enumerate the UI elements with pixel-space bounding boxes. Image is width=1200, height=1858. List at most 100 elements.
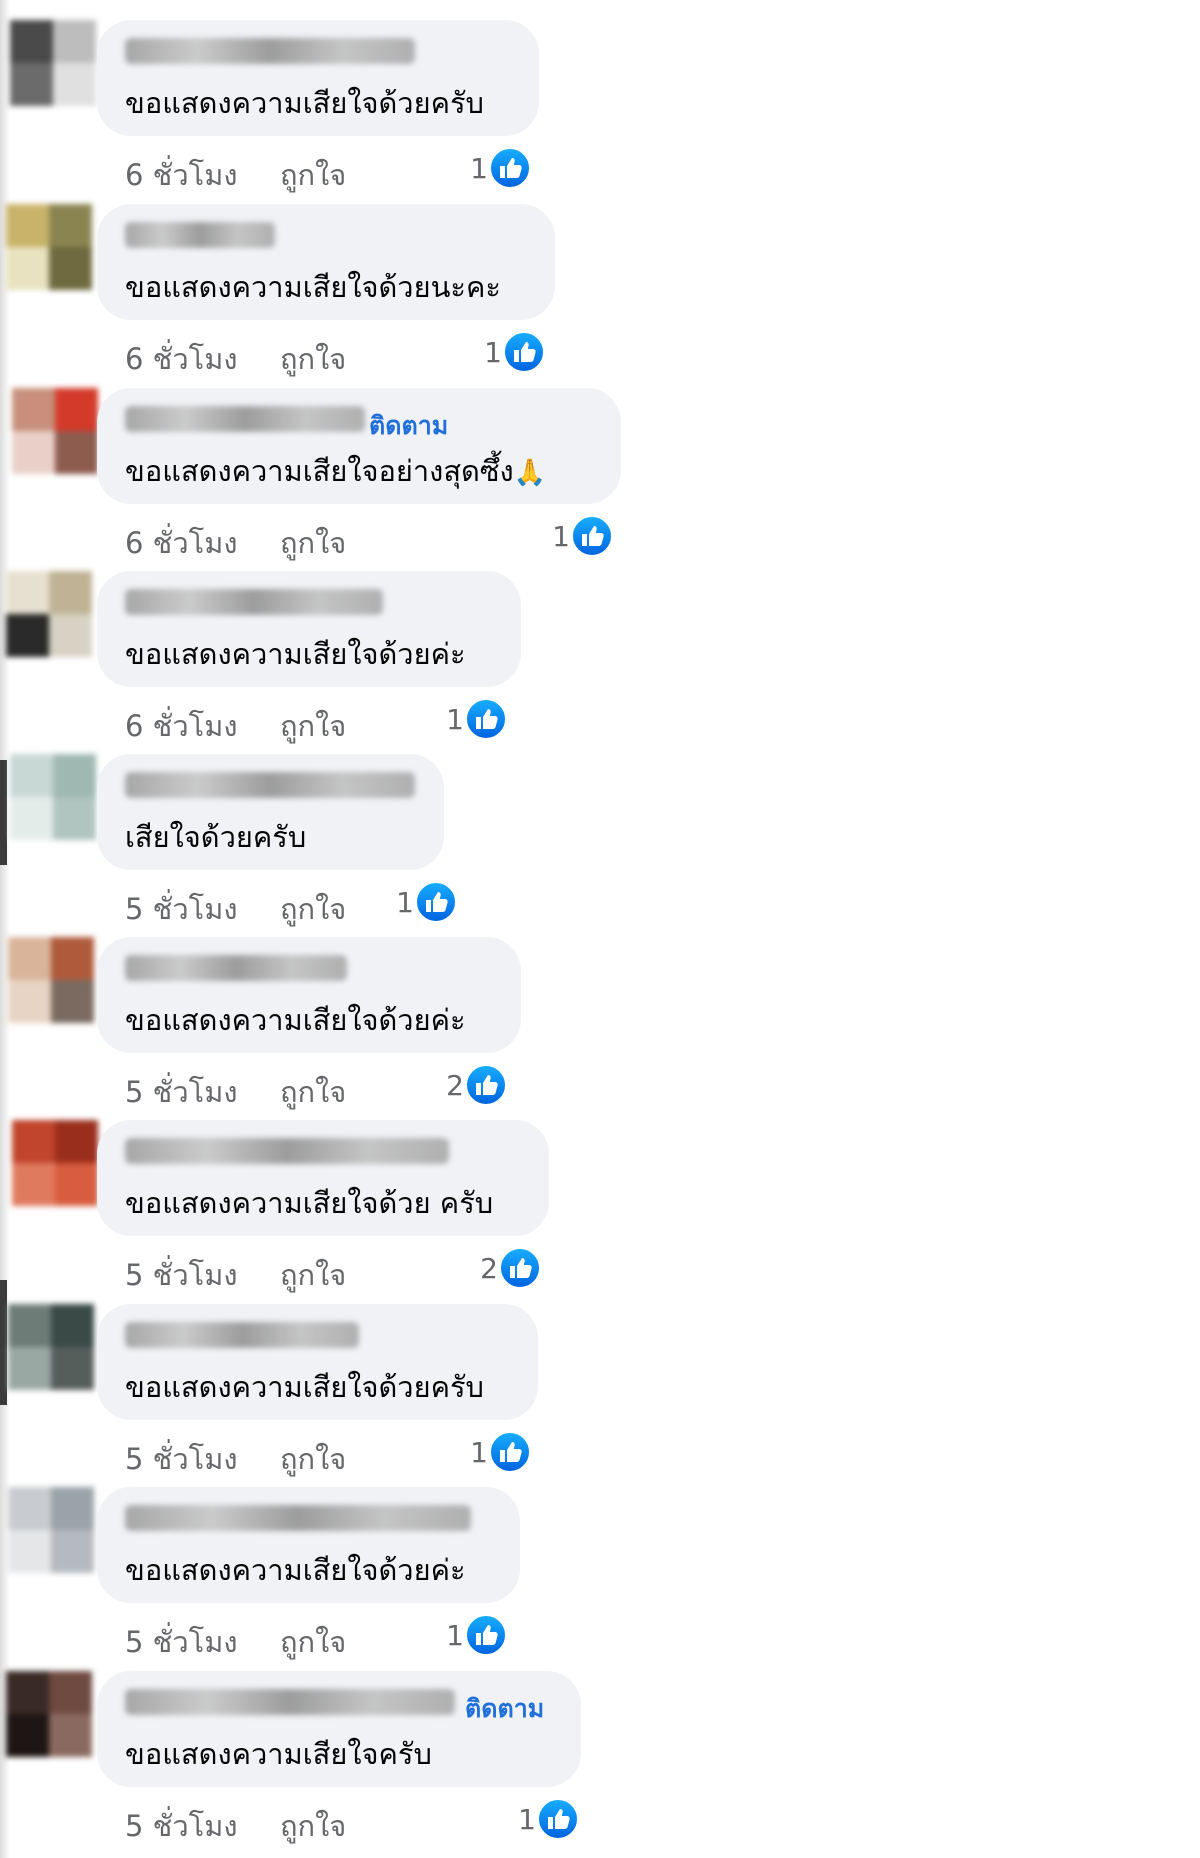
like-button[interactable]: ถูกใจ <box>280 703 346 749</box>
like-button[interactable]: ถูกใจ <box>280 152 346 198</box>
reaction-count: 1 <box>470 152 488 185</box>
avatar[interactable] <box>8 1487 94 1573</box>
comment-timestamp[interactable]: 6 ชั่วโมง <box>125 520 238 566</box>
comment-text: ขอแสดงความเสียใจด้วย ครับ <box>125 1180 493 1226</box>
like-icon <box>465 1064 507 1106</box>
reaction-summary[interactable]: 2 <box>452 1246 542 1290</box>
comment-text-content: ขอแสดงความเสียใจครับ <box>125 1737 432 1771</box>
reaction-count: 1 <box>484 336 502 369</box>
reaction-summary[interactable]: 1 <box>368 880 458 924</box>
reaction-summary[interactable]: 1 <box>442 1430 532 1474</box>
comment-text-content: ขอแสดงความเสียใจด้วยค่ะ <box>125 637 466 671</box>
like-button[interactable]: ถูกใจ <box>280 886 346 932</box>
follow-link[interactable]: ติดตาม <box>369 406 448 446</box>
like-button[interactable]: ถูกใจ <box>280 1252 346 1298</box>
like-button[interactable]: ถูกใจ <box>280 1619 346 1665</box>
like-icon <box>537 1798 579 1840</box>
commenter-name-redacted[interactable] <box>125 1138 449 1164</box>
like-button[interactable]: ถูกใจ <box>280 520 346 566</box>
like-icon <box>415 881 457 923</box>
comment-timestamp[interactable]: 5 ชั่วโมง <box>125 1803 238 1849</box>
comment-text-content: ขอแสดงความเสียใจด้วยค่ะ <box>125 1553 466 1587</box>
like-icon <box>489 147 531 189</box>
comment-timestamp[interactable]: 5 ชั่วโมง <box>125 1069 238 1115</box>
comment-text-content: เสียใจด้วยครับ <box>125 820 307 854</box>
reaction-summary[interactable]: 1 <box>490 1797 580 1841</box>
comment-bubble: ขอแสดงความเสียใจด้วยค่ะ <box>97 937 521 1053</box>
comment-timestamp[interactable]: 5 ชั่วโมง <box>125 886 238 932</box>
comment-text: ขอแสดงความเสียใจอย่างสุดซึ้ง🙏 <box>125 448 546 494</box>
comment-text-content: ขอแสดงความเสียใจด้วยครับ <box>125 1370 484 1404</box>
comment-text: ขอแสดงความเสียใจด้วยค่ะ <box>125 631 466 677</box>
comment-bubble: ติดตาม ขอแสดงความเสียใจอย่างสุดซึ้ง🙏 <box>97 388 621 504</box>
like-button[interactable]: ถูกใจ <box>280 1803 346 1849</box>
comment-bubble: ติดตามขอแสดงความเสียใจครับ <box>97 1671 581 1787</box>
comment-timestamp[interactable]: 6 ชั่วโมง <box>125 336 238 382</box>
avatar[interactable] <box>6 1671 92 1757</box>
comment-item: ติดตามขอแสดงความเสียใจครับ 5 ชั่วโมง ถูกใจ… <box>0 1671 1200 1855</box>
comment-text-content: ขอแสดงความเสียใจด้วยครับ <box>125 86 484 120</box>
comment-timestamp[interactable]: 6 ชั่วโมง <box>125 152 238 198</box>
comment-text: ขอแสดงความเสียใจด้วยค่ะ <box>125 1547 466 1593</box>
commenter-name-redacted[interactable] <box>125 955 347 981</box>
reaction-summary[interactable]: 1 <box>418 1613 508 1657</box>
comment-text: ขอแสดงความเสียใจครับ <box>125 1731 432 1777</box>
avatar[interactable] <box>12 388 98 474</box>
like-icon <box>499 1247 541 1289</box>
commenter-name-redacted[interactable] <box>125 589 383 615</box>
commenter-name-redacted[interactable] <box>125 222 275 248</box>
comment-bubble: ขอแสดงความเสียใจด้วยครับ <box>97 20 539 136</box>
reaction-count: 1 <box>446 703 464 736</box>
avatar[interactable] <box>10 754 96 840</box>
comment-bubble: ขอแสดงความเสียใจด้วยค่ะ <box>97 571 521 687</box>
reaction-count: 2 <box>446 1069 464 1102</box>
comment-bubble: ขอแสดงความเสียใจด้วยครับ <box>97 1304 538 1420</box>
avatar[interactable] <box>8 1304 94 1390</box>
reaction-summary[interactable]: 1 <box>418 697 508 741</box>
reaction-summary[interactable]: 1 <box>442 146 532 190</box>
commenter-name-redacted[interactable] <box>125 772 415 798</box>
comment-timestamp[interactable]: 5 ชั่วโมง <box>125 1252 238 1298</box>
avatar[interactable] <box>10 20 96 106</box>
like-button[interactable]: ถูกใจ <box>280 1436 346 1482</box>
comment-timestamp[interactable]: 5 ชั่วโมง <box>125 1619 238 1665</box>
like-icon <box>489 1431 531 1473</box>
commenter-name-redacted[interactable] <box>125 38 415 64</box>
comment-bubble: ขอแสดงความเสียใจด้วยนะคะ <box>97 204 555 320</box>
comment-text: ขอแสดงความเสียใจด้วยครับ <box>125 1364 484 1410</box>
comment-text-content: ขอแสดงความเสียใจด้วยนะคะ <box>125 270 501 304</box>
like-icon <box>465 1614 507 1656</box>
reaction-summary[interactable]: 2 <box>418 1063 508 1107</box>
comment-text-content: ขอแสดงความเสียใจด้วยค่ะ <box>125 1003 466 1037</box>
comment-bubble: ขอแสดงความเสียใจด้วย ครับ <box>97 1120 549 1236</box>
comment-item: ติดตาม ขอแสดงความเสียใจอย่างสุดซึ้ง🙏 6 ชั่… <box>0 388 1200 572</box>
like-button[interactable]: ถูกใจ <box>280 1069 346 1115</box>
comment-timestamp[interactable]: 6 ชั่วโมง <box>125 703 238 749</box>
comment-item: ขอแสดงความเสียใจด้วยครับ 6 ชั่วโมง ถูกใจ 1 <box>0 20 1200 204</box>
comment-text: ขอแสดงความเสียใจด้วยค่ะ <box>125 997 466 1043</box>
comment-item: ขอแสดงความเสียใจด้วยครับ 5 ชั่วโมง ถูกใจ 1 <box>0 1304 1200 1488</box>
avatar[interactable] <box>6 571 92 657</box>
comment-text: ขอแสดงความเสียใจด้วยครับ <box>125 80 484 126</box>
like-button[interactable]: ถูกใจ <box>280 336 346 382</box>
avatar[interactable] <box>6 204 92 290</box>
comment-text-content: ขอแสดงความเสียใจด้วย ครับ <box>125 1186 494 1220</box>
commenter-name-redacted[interactable] <box>125 1322 359 1348</box>
comment-item: ขอแสดงความเสียใจด้วยนะคะ 6 ชั่วโมง ถูกใจ 1 <box>0 204 1200 388</box>
avatar[interactable] <box>8 937 94 1023</box>
follow-link[interactable]: ติดตาม <box>465 1689 544 1729</box>
comment-timestamp[interactable]: 5 ชั่วโมง <box>125 1436 238 1482</box>
like-icon <box>465 698 507 740</box>
praying-hands-emoji: 🙏 <box>513 458 547 488</box>
comment-bubble: เสียใจด้วยครับ <box>97 754 444 870</box>
avatar[interactable] <box>12 1120 98 1206</box>
like-icon <box>571 515 613 557</box>
commenter-name-redacted[interactable] <box>125 406 365 432</box>
comment-text: ขอแสดงความเสียใจด้วยนะคะ <box>125 264 501 310</box>
reaction-summary[interactable]: 1 <box>456 330 546 374</box>
reaction-count: 1 <box>446 1619 464 1652</box>
commenter-name-redacted[interactable] <box>125 1505 471 1531</box>
reaction-summary[interactable]: 1 <box>524 514 614 558</box>
commenter-name-redacted[interactable] <box>125 1689 455 1715</box>
reaction-count: 1 <box>470 1436 488 1469</box>
